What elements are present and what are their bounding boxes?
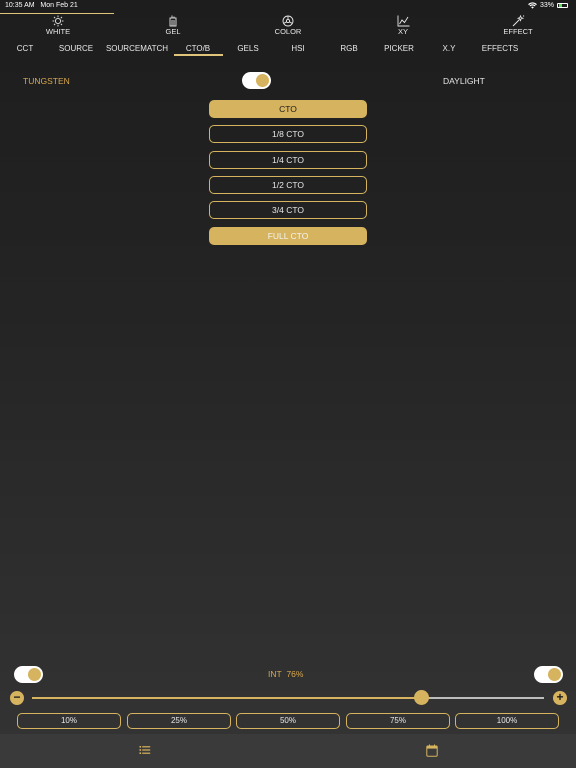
daylight-label: DAYLIGHT [443, 76, 485, 86]
cto-button[interactable]: CTO [209, 100, 367, 118]
magic-wand-icon [512, 15, 524, 27]
top-nav: WHITE GEL COLOR XY EFFECT [0, 14, 576, 42]
status-time-text: 10:35 AM [5, 2, 35, 9]
calendar-icon[interactable] [426, 744, 438, 757]
status-right: 33% [528, 2, 568, 9]
wifi-icon [528, 2, 537, 9]
left-intensity-toggle[interactable] [14, 666, 43, 683]
nav-color[interactable]: COLOR [253, 14, 323, 36]
tab-source[interactable]: SOURCE [59, 44, 93, 53]
tab-cct[interactable]: CCT [17, 44, 33, 53]
active-tab-indicator [174, 54, 223, 56]
tab-rgb[interactable]: RGB [340, 44, 357, 53]
sub-tabs: CCT SOURCE SOURCEMATCH CTO/B GELS HSI RG… [0, 42, 576, 56]
xy-graph-icon [397, 15, 409, 27]
intensity-slider-thumb[interactable] [414, 690, 429, 705]
nav-gel-label: GEL [165, 27, 181, 36]
toggle-knob [28, 668, 41, 681]
nav-white[interactable]: WHITE [23, 14, 93, 36]
preset-25-button[interactable]: 25% [127, 713, 231, 729]
battery-icon [557, 3, 568, 8]
right-intensity-toggle[interactable] [534, 666, 563, 683]
nav-xy[interactable]: XY [368, 14, 438, 36]
nav-gel[interactable]: GEL [138, 14, 208, 36]
preset-50-button[interactable]: 50% [236, 713, 340, 729]
decrease-intensity-button[interactable]: − [10, 691, 24, 705]
intensity-value: 76% [286, 669, 304, 679]
gel-icon [169, 15, 177, 27]
tungsten-daylight-toggle[interactable] [242, 72, 271, 89]
bottom-bar [0, 734, 576, 768]
nav-xy-label: XY [397, 27, 408, 36]
tungsten-label: TUNGSTEN [23, 76, 70, 86]
status-bar: 10:35 AM Mon Feb 21 33% [0, 0, 576, 14]
preset-75-button[interactable]: 75% [346, 713, 450, 729]
tab-xy[interactable]: X.Y [443, 44, 456, 53]
nav-white-label: WHITE [45, 27, 71, 36]
color-wheel-icon [282, 15, 294, 27]
nav-effect[interactable]: EFFECT [483, 14, 553, 36]
toggle-knob [256, 74, 269, 87]
intensity-slider-track[interactable] [32, 697, 544, 699]
full-cto-button[interactable]: FULL CTO [209, 227, 367, 245]
eighth-cto-button[interactable]: 1/8 CTO [209, 125, 367, 143]
list-icon[interactable] [139, 744, 151, 756]
three-quarter-cto-button[interactable]: 3/4 CTO [209, 201, 367, 219]
quarter-cto-button[interactable]: 1/4 CTO [209, 151, 367, 169]
tab-gels[interactable]: GELS [237, 44, 258, 53]
tab-hsi[interactable]: HSI [291, 44, 304, 53]
increase-intensity-button[interactable]: + [553, 691, 567, 705]
toggle-knob [548, 668, 561, 681]
intensity-label-text: INT [268, 669, 282, 679]
intensity-label: INT 76% [268, 669, 303, 679]
status-time: 10:35 AM Mon Feb 21 [5, 2, 78, 9]
status-date-text: Mon Feb 21 [40, 2, 78, 9]
tab-sourcematch[interactable]: SOURCEMATCH [106, 44, 168, 53]
preset-10-button[interactable]: 10% [17, 713, 121, 729]
tab-cto-b[interactable]: CTO/B [186, 44, 210, 53]
slider-rest [421, 697, 544, 699]
half-cto-button[interactable]: 1/2 CTO [209, 176, 367, 194]
tab-effects[interactable]: EFFECTS [482, 44, 518, 53]
preset-100-button[interactable]: 100% [455, 713, 559, 729]
tab-picker[interactable]: PICKER [384, 44, 414, 53]
battery-percent: 33% [539, 2, 554, 9]
sun-icon [52, 15, 64, 27]
nav-color-label: COLOR [274, 27, 302, 36]
slider-fill [32, 697, 421, 699]
nav-effect-label: EFFECT [503, 27, 533, 36]
